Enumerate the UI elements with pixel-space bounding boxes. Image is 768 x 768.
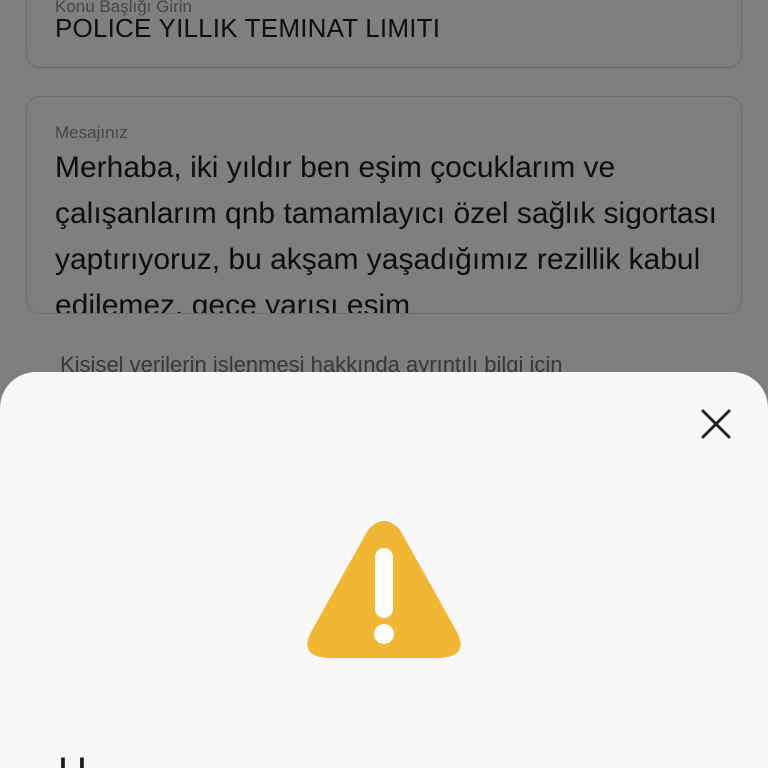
warning-exclamation-bar [375, 548, 393, 618]
close-button[interactable] [694, 402, 738, 446]
warning-triangle-icon [307, 521, 461, 658]
warning-bottom-sheet: U [0, 372, 768, 768]
warning-exclamation-dot [374, 624, 394, 644]
sheet-title: U [58, 750, 87, 768]
close-icon [701, 409, 731, 439]
